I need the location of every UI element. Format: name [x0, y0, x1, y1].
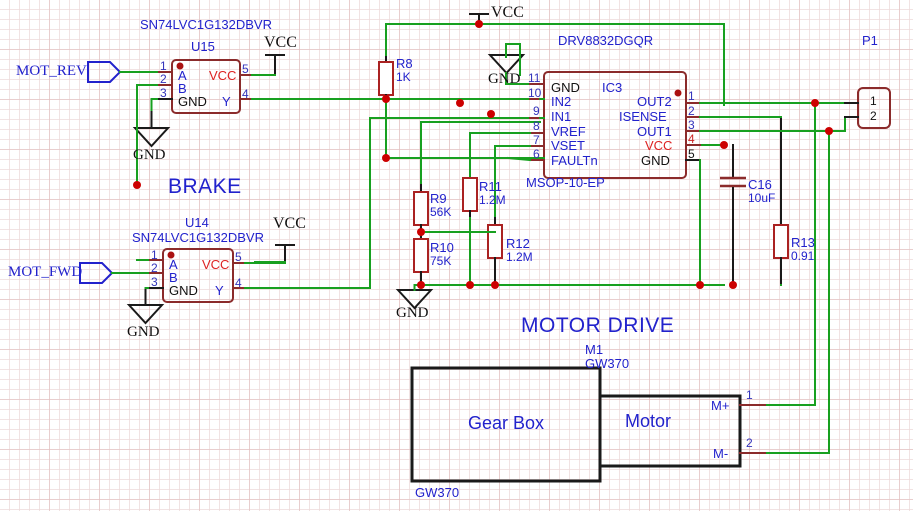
ic3-pin5-name: GND [641, 153, 670, 168]
ic3-pin5-num: 5 [688, 147, 695, 161]
vcc-label-u15: VCC [264, 34, 297, 51]
ic3-pin4-num: 4 [688, 132, 695, 146]
ic3-pin6-num: 6 [533, 147, 540, 161]
vcc-label-top: VCC [491, 4, 524, 21]
resistor-r12 [487, 217, 503, 286]
connector-p1-body [844, 87, 891, 129]
port-mot-fwd [79, 262, 149, 284]
c16-value: 10uF [748, 191, 776, 205]
r10-value: 75K [430, 254, 452, 268]
u15-pin4-num: 4 [242, 87, 249, 101]
section-title-brake: BRAKE [168, 175, 242, 198]
vcc-symbol-u15 [265, 54, 285, 74]
schematic-sheet: MOT_REV MOT_FWD SN74LVC1G132DBVR U15 1 2… [0, 0, 913, 511]
u15-pin4-name: Y [222, 94, 231, 109]
gearbox-label: Gear Box [468, 413, 545, 433]
section-title-motor-drive: MOTOR DRIVE [521, 314, 675, 337]
port-mot-fwd-label[interactable]: MOT_FWD [8, 265, 82, 280]
capacitor-c16 [720, 144, 746, 286]
r11-value: 1.2M [479, 193, 506, 207]
motor-label: Motor [625, 411, 672, 431]
port-mot-rev-label[interactable]: MOT_REV [16, 64, 87, 79]
gnd-label-divider: GND [396, 305, 429, 321]
motor-terminal-mplus-name: M+ [711, 398, 730, 413]
ic3-pin8-name: VREF [551, 124, 586, 139]
ic3-pin4-name: VCC [645, 138, 673, 153]
r8-refdes: R8 [396, 56, 413, 71]
u15-part-label: SN74LVC1G132DBVR [140, 17, 272, 32]
ic3-pin9-num: 9 [533, 104, 540, 118]
u14-pin3-num: 3 [151, 275, 158, 289]
u14-pin5-num: 5 [235, 250, 242, 264]
ic3-pin9-name: IN1 [551, 109, 572, 124]
c16-refdes: C16 [748, 177, 772, 192]
ic3-pin2-name: ISENSE [619, 109, 667, 124]
motor-part: GW370 [585, 356, 630, 371]
r9-refdes: R9 [430, 191, 447, 206]
gnd-symbol-u14 [126, 288, 165, 325]
u15-pin3-name: GND [178, 94, 207, 109]
ic3-pin2-num: 2 [688, 104, 695, 118]
motor-terminal-1-num: 1 [746, 388, 753, 402]
u14-pin1-num: 1 [151, 248, 158, 262]
u14-pin2-num: 2 [151, 261, 158, 275]
ic3-pin11-num: 11 [528, 71, 541, 85]
r13-value: 0.91 [791, 249, 815, 263]
gnd-symbol-u15 [132, 110, 171, 148]
r10-refdes: R10 [430, 240, 454, 255]
schematic-canvas [79, 13, 891, 483]
resistor-r8 [378, 56, 394, 159]
ic3-pin1-name: OUT2 [637, 94, 672, 109]
ic3-pin6-name: FAULTn [551, 153, 598, 168]
u14-pin4-num: 4 [235, 276, 242, 290]
u15-pin3-num: 3 [160, 86, 167, 100]
ic3-pin3-num: 3 [688, 118, 695, 132]
ic3-part-label: DRV8832DGQR [558, 33, 654, 48]
ic3-refdes-label: IC3 [602, 80, 623, 95]
gearbox-part-label: GW370 [415, 485, 460, 500]
vcc-symbol-u14 [275, 244, 295, 262]
ic3-pin11-name: GND [551, 80, 580, 95]
u14-pin5-name: VCC [202, 257, 230, 272]
gnd-label-u15: GND [133, 147, 166, 163]
r9-value: 56K [430, 205, 452, 219]
u15-pin5-num: 5 [242, 62, 249, 76]
ic3-footprint-label: MSOP-10-EP [526, 175, 605, 190]
ic3-pin3-name: OUT1 [637, 124, 672, 139]
ic3-pin10-num: 10 [528, 86, 542, 100]
u14-pin3-name: GND [169, 283, 198, 298]
u15-pin1-num: 1 [160, 59, 167, 73]
r12-value: 1.2M [506, 250, 533, 264]
u15-pin2-num: 2 [160, 72, 167, 86]
vcc-label-u14: VCC [273, 215, 306, 232]
u14-part-label: SN74LVC1G132DBVR [132, 230, 264, 245]
r13-refdes: R13 [791, 235, 815, 250]
gnd-label-ic3: GND [488, 71, 521, 87]
ic3-pin7-num: 7 [533, 133, 540, 147]
ic3-pin7-name: VSET [551, 138, 585, 153]
gnd-label-u14: GND [127, 324, 160, 340]
u14-pin4-name: Y [215, 283, 224, 298]
motor-refdes: M1 [585, 342, 604, 357]
r11-refdes: R11 [479, 179, 502, 194]
motor-terminal-mminus-name: M- [713, 446, 729, 461]
p1-pin1-num: 1 [870, 94, 877, 108]
u14-refdes-label: U14 [185, 215, 209, 230]
resistor-r10 [413, 231, 429, 286]
r12-refdes: R12 [506, 236, 530, 251]
u15-refdes-label: U15 [191, 39, 215, 54]
motor-terminal-2-num: 2 [746, 436, 753, 450]
ic3-pin1-num: 1 [688, 89, 695, 103]
p1-refdes: P1 [862, 33, 878, 48]
u15-pin5-name: VCC [209, 68, 237, 83]
ic3-pin8-num: 8 [533, 119, 540, 133]
port-mot-rev [87, 61, 158, 83]
motor-body [598, 394, 766, 468]
resistor-r9 [413, 184, 429, 233]
p1-pin2-num: 2 [870, 109, 877, 123]
ic3-pin10-name: IN2 [551, 94, 572, 109]
r8-value: 1K [396, 70, 411, 84]
net-divider [413, 231, 725, 291]
